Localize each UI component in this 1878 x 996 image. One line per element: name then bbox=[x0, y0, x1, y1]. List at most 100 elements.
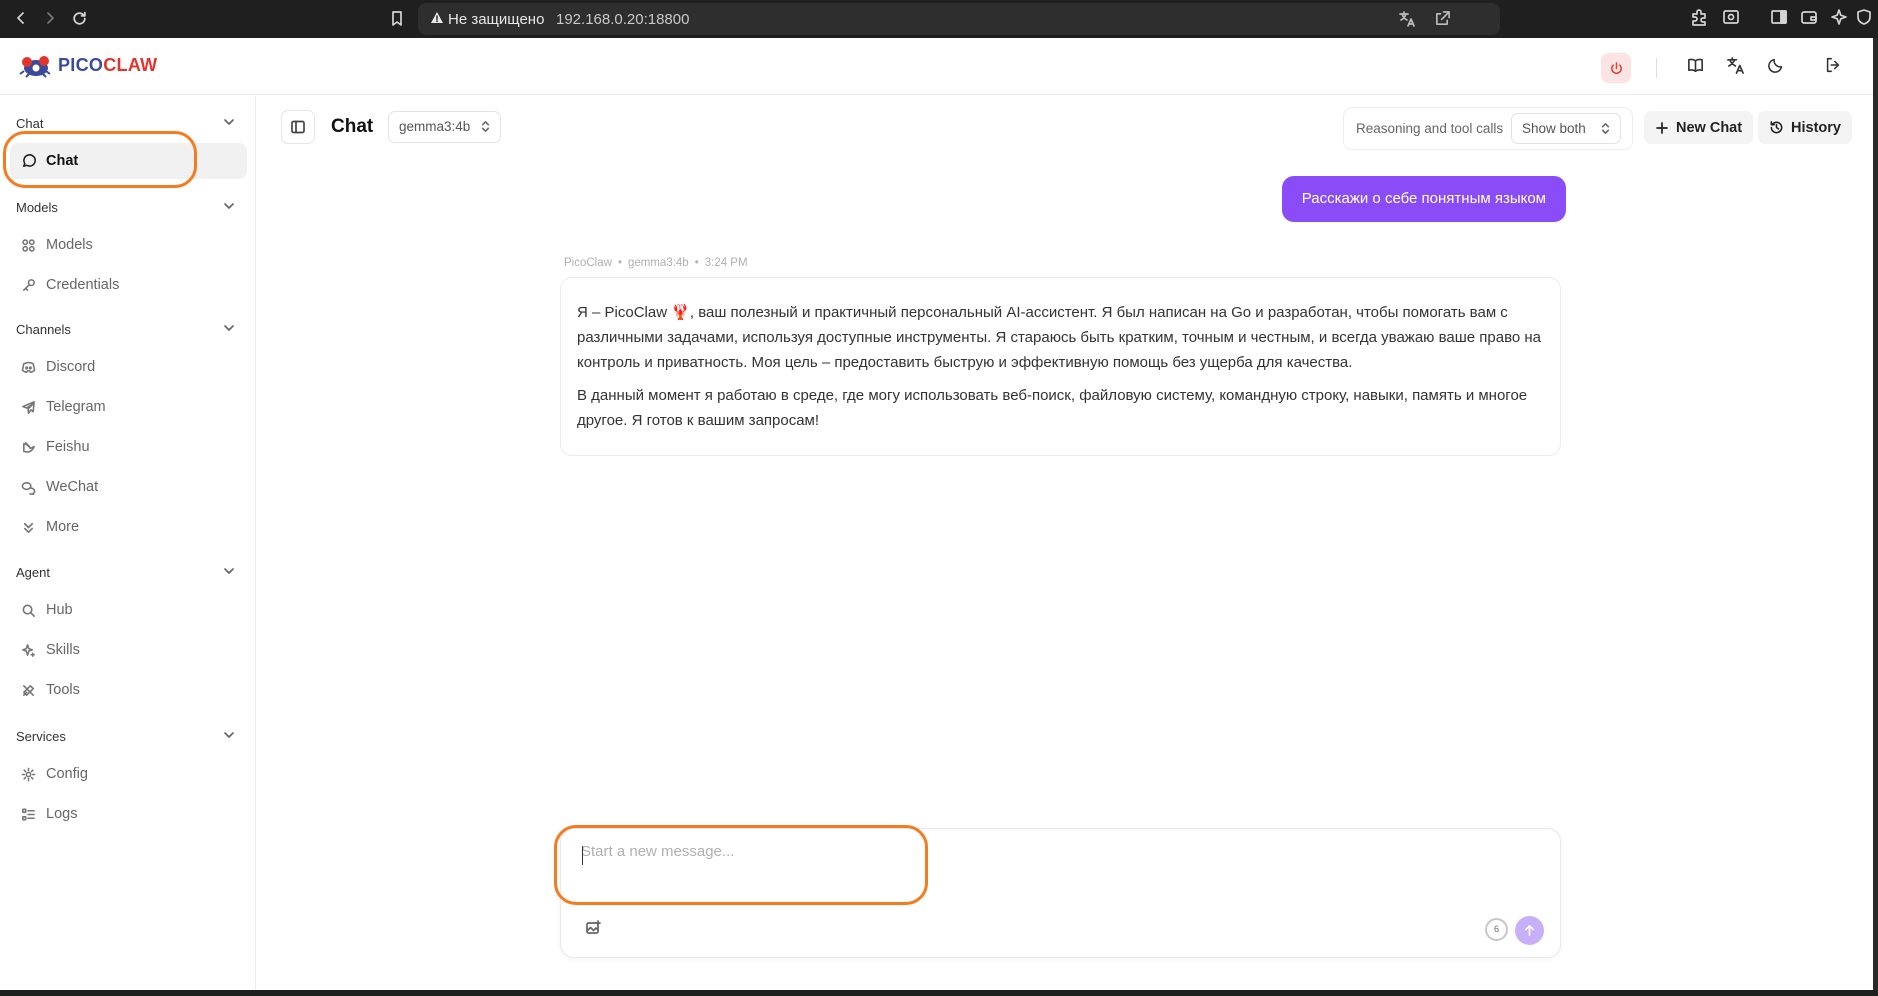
models-icon bbox=[22, 238, 35, 252]
section-title-channels[interactable]: Channels bbox=[16, 322, 71, 337]
url-text[interactable]: 192.168.0.20:18800 bbox=[556, 11, 689, 28]
assistant-message-meta: PicoClaw • gemma3:4b • 3:24 PM bbox=[564, 257, 748, 269]
assistant-message-bubble: Я – PicoClaw 🦞, ваш полезный и практичны… bbox=[560, 277, 1561, 456]
sidebar-item-wechat[interactable]: WeChat bbox=[10, 469, 247, 505]
sidebar: Chat Chat Models Models Credentials Chan… bbox=[0, 96, 256, 990]
telegram-icon bbox=[22, 400, 35, 414]
sidebar-item-label: Config bbox=[46, 766, 88, 782]
toggle-sidebar-button[interactable] bbox=[281, 110, 315, 144]
browser-toolbar: Не защищено 192.168.0.20:18800 B bbox=[0, 0, 1878, 38]
gateway-power-button[interactable] bbox=[1601, 53, 1631, 83]
wallet-icon[interactable] bbox=[1800, 8, 1818, 26]
vpn-shield-icon[interactable] bbox=[1856, 8, 1872, 26]
reasoning-label: Reasoning and tool calls bbox=[1356, 121, 1504, 136]
sidebar-item-more[interactable]: More bbox=[10, 509, 247, 545]
docs-book-icon[interactable] bbox=[1686, 56, 1705, 75]
sidebar-item-label: Feishu bbox=[46, 439, 90, 455]
bookmark-icon[interactable] bbox=[389, 10, 405, 27]
share-icon[interactable] bbox=[1434, 10, 1451, 27]
page: Не защищено 192.168.0.20:18800 B PICOCLA… bbox=[0, 0, 1878, 996]
model-select[interactable]: gemma3:4b bbox=[388, 111, 502, 143]
logout-icon[interactable] bbox=[1824, 56, 1842, 74]
sidebar-toggle-icon[interactable] bbox=[1770, 8, 1788, 26]
assistant-time: 3:24 PM bbox=[704, 257, 748, 269]
sidebar-item-label: Hub bbox=[46, 602, 73, 618]
sidebar-item-label: WeChat bbox=[46, 479, 99, 495]
sidebar-item-label: Models bbox=[46, 237, 93, 253]
gear-icon bbox=[21, 767, 36, 781]
reasoning-select-value: Show both bbox=[1522, 121, 1586, 136]
sidebar-item-credentials[interactable]: Credentials bbox=[10, 267, 247, 303]
security-label[interactable]: Не защищено bbox=[448, 11, 544, 28]
window-edge bbox=[1873, 38, 1878, 990]
app-header: PICOCLAW bbox=[0, 38, 1873, 95]
language-icon[interactable] bbox=[1726, 56, 1745, 75]
leo-ai-icon[interactable] bbox=[1830, 8, 1848, 26]
sidebar-item-label: Skills bbox=[46, 642, 80, 658]
sidebar-item-tools[interactable]: Tools bbox=[10, 672, 247, 708]
assistant-model: gemma3:4b bbox=[627, 257, 689, 269]
sidebar-item-logs[interactable]: Logs bbox=[10, 796, 247, 832]
lobster-logo-icon bbox=[19, 56, 51, 78]
sidebar-item-config[interactable]: Config bbox=[10, 756, 247, 792]
discord-icon bbox=[21, 361, 36, 373]
chevron-down-icon[interactable] bbox=[222, 728, 236, 742]
chevron-down-icon[interactable] bbox=[222, 115, 236, 129]
picoclaw-logo[interactable]: PICOCLAW bbox=[14, 50, 157, 80]
panel-left-icon bbox=[291, 120, 305, 134]
sidebar-item-feishu[interactable]: Feishu bbox=[10, 429, 247, 465]
feishu-icon bbox=[23, 441, 35, 453]
wechat-icon bbox=[21, 481, 36, 495]
address-bar[interactable]: Не защищено 192.168.0.20:18800 B bbox=[418, 3, 1500, 35]
assistant-paragraph: Я – PicoClaw 🦞, ваш полезный и практичны… bbox=[577, 304, 1542, 371]
history-button[interactable]: History bbox=[1758, 111, 1852, 144]
dark-mode-moon-icon[interactable] bbox=[1767, 56, 1785, 74]
history-label: History bbox=[1791, 119, 1841, 136]
sidebar-item-label: Tools bbox=[46, 682, 80, 698]
reasoning-select[interactable]: Show both bbox=[1511, 113, 1621, 144]
sidebar-item-label: Discord bbox=[46, 359, 96, 375]
key-icon bbox=[23, 278, 35, 291]
highlight-callout bbox=[3, 131, 197, 188]
history-icon bbox=[1770, 121, 1783, 134]
chevron-down-icon[interactable] bbox=[222, 199, 236, 213]
list-icon bbox=[22, 808, 35, 820]
user-message-bubble: Расскажи о себе понятным языком bbox=[1281, 176, 1566, 222]
power-icon bbox=[1610, 61, 1622, 74]
extensions-icon[interactable] bbox=[1690, 8, 1708, 26]
context-usage-indicator[interactable]: 6 bbox=[1485, 918, 1508, 941]
sidebar-item-models[interactable]: Models bbox=[10, 227, 247, 263]
sidebar-item-label: More bbox=[46, 519, 80, 535]
section-title-agent[interactable]: Agent bbox=[16, 565, 50, 580]
send-button[interactable] bbox=[1515, 916, 1544, 945]
assistant-sender: PicoClaw bbox=[564, 257, 612, 269]
translate-icon[interactable] bbox=[1398, 10, 1416, 28]
sparkles-icon bbox=[22, 643, 35, 657]
section-title-chat[interactable]: Chat bbox=[16, 116, 43, 131]
chevron-down-icon[interactable] bbox=[222, 321, 236, 335]
chevron-down-icon[interactable] bbox=[222, 564, 236, 578]
chevron-up-down-icon bbox=[1599, 122, 1612, 135]
sidebar-item-label: Credentials bbox=[46, 277, 120, 293]
sidebar-item-hub[interactable]: Hub bbox=[10, 592, 247, 628]
section-title-services[interactable]: Services bbox=[16, 729, 66, 744]
back-icon[interactable] bbox=[13, 10, 29, 26]
reload-icon[interactable] bbox=[71, 10, 88, 27]
chevrons-down-icon bbox=[23, 522, 34, 533]
sidebar-item-telegram[interactable]: Telegram bbox=[10, 389, 247, 425]
warning-icon[interactable] bbox=[430, 11, 444, 30]
sidebar-item-skills[interactable]: Skills bbox=[10, 632, 247, 668]
attach-image-icon[interactable] bbox=[585, 920, 601, 936]
new-chat-button[interactable]: New Chat bbox=[1644, 111, 1754, 144]
screenshot-icon[interactable] bbox=[1722, 8, 1740, 26]
reasoning-display-control: Reasoning and tool calls Show both bbox=[1343, 107, 1633, 150]
section-title-models[interactable]: Models bbox=[16, 200, 58, 215]
forward-icon[interactable] bbox=[42, 10, 58, 26]
sidebar-item-discord[interactable]: Discord bbox=[10, 349, 247, 385]
arrow-up-icon bbox=[1524, 925, 1535, 936]
highlight-callout bbox=[554, 825, 928, 905]
chat-topbar: Chat gemma3:4b Reasoning and tool calls … bbox=[256, 96, 1873, 156]
tools-icon bbox=[23, 684, 34, 696]
new-chat-label: New Chat bbox=[1676, 119, 1743, 136]
search-icon bbox=[22, 604, 35, 617]
